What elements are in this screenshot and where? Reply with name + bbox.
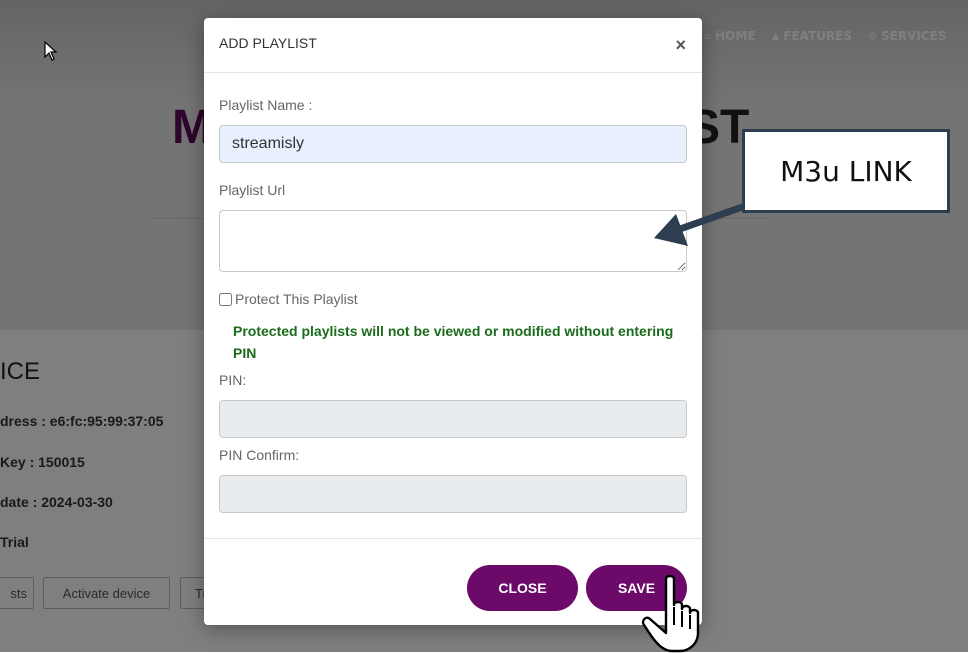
playlist-url-input[interactable] bbox=[219, 210, 687, 272]
protect-playlist-checkbox[interactable] bbox=[219, 292, 232, 306]
close-button[interactable]: CLOSE bbox=[467, 565, 578, 611]
protect-note: Protected playlists will not be viewed o… bbox=[233, 323, 674, 361]
playlist-url-label: Playlist Url bbox=[219, 182, 286, 198]
m3u-link-callout: M3u LINK bbox=[742, 129, 950, 213]
pin-confirm-input[interactable] bbox=[219, 475, 687, 513]
modal-title: ADD PLAYLIST bbox=[219, 35, 317, 51]
close-icon[interactable]: × bbox=[675, 35, 686, 55]
pin-label: PIN: bbox=[219, 372, 247, 388]
mouse-pointer-icon bbox=[44, 41, 58, 61]
pin-input[interactable] bbox=[219, 400, 687, 438]
hand-pointer-icon bbox=[641, 575, 700, 653]
modal-footer: CLOSE SAVE bbox=[204, 538, 702, 626]
pin-confirm-label: PIN Confirm: bbox=[219, 447, 300, 463]
protect-playlist-option[interactable]: Protect This Playlist bbox=[219, 291, 358, 307]
modal-header: ADD PLAYLIST × bbox=[204, 18, 702, 73]
protect-playlist-label: Protect This Playlist bbox=[235, 291, 358, 307]
playlist-name-label: Playlist Name : bbox=[219, 97, 313, 113]
add-playlist-modal: ADD PLAYLIST × Playlist Name : Playlist … bbox=[204, 18, 702, 625]
playlist-name-input[interactable] bbox=[219, 125, 687, 163]
